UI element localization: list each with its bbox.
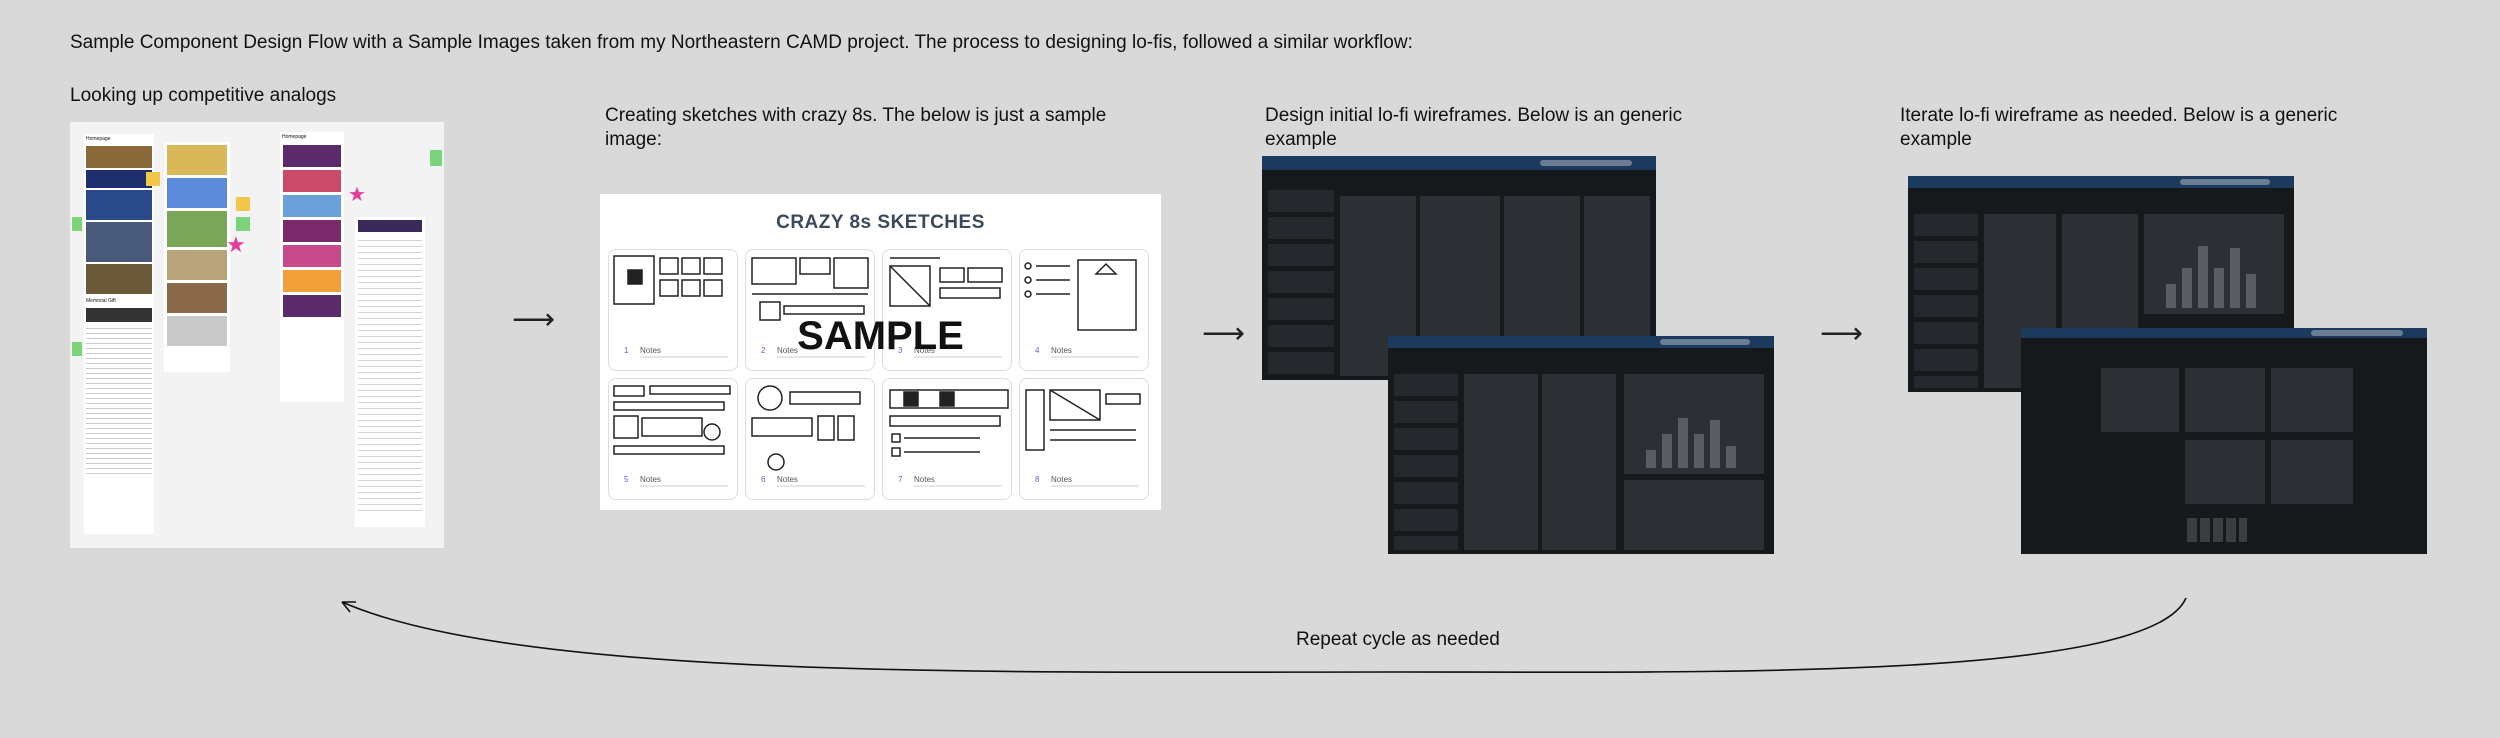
repeat-cycle-arrow [341,597,2187,674]
repeat-cycle-label: Repeat cycle as needed [1296,629,1500,650]
